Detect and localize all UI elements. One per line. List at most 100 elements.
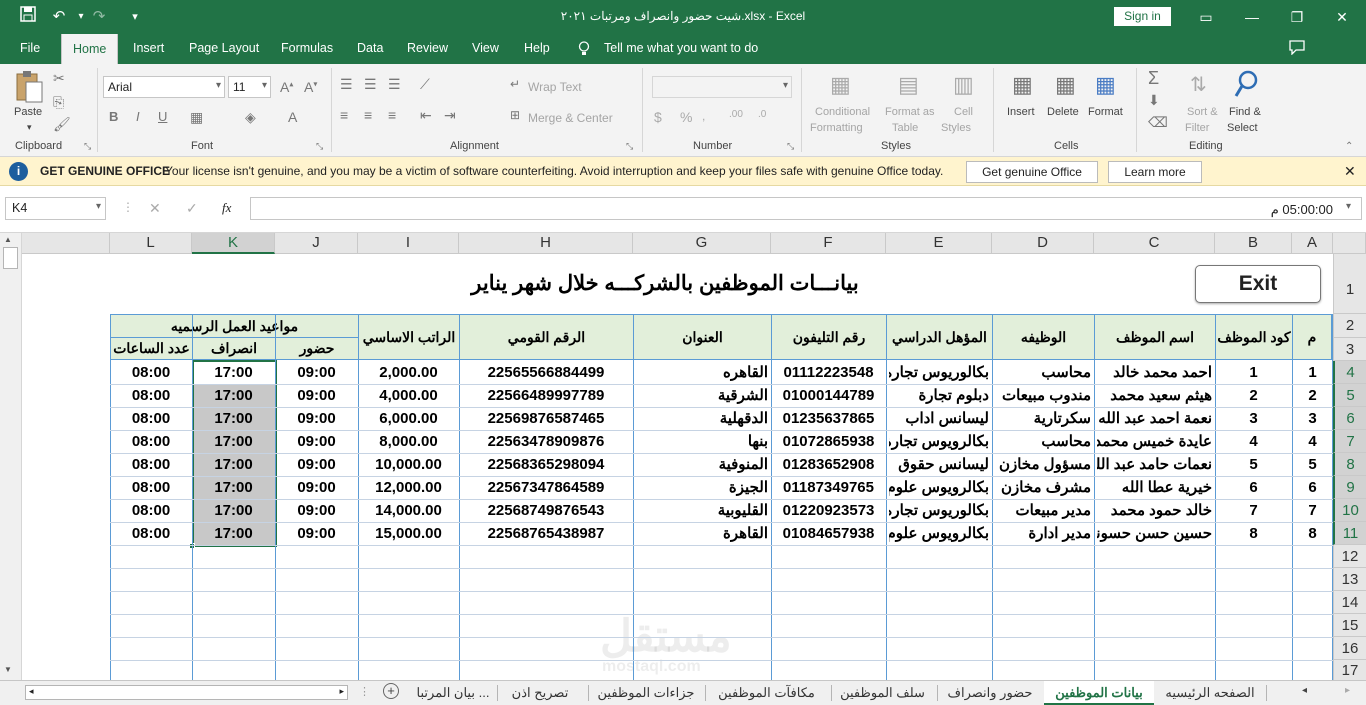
col-header-j[interactable]: J xyxy=(275,233,358,254)
get-genuine-office-button[interactable]: Get genuine Office xyxy=(966,161,1098,183)
select-all-corner[interactable] xyxy=(1333,233,1366,254)
cell-phone[interactable]: 01084657938 xyxy=(774,522,883,545)
sheet-tab-advances[interactable]: سلف الموظفين xyxy=(834,681,931,705)
font-launcher-icon[interactable]: ⤡ xyxy=(316,141,323,152)
insert-cells-button[interactable]: Insert xyxy=(1007,106,1035,118)
comma-icon[interactable]: , xyxy=(702,109,705,123)
cell-code[interactable]: 7 xyxy=(1218,499,1289,522)
close-icon[interactable]: ✕ xyxy=(1327,6,1357,28)
font-name-dropdown[interactable]: Arial xyxy=(103,76,225,98)
cell-hours[interactable]: 08:00 xyxy=(113,407,189,430)
fill-icon[interactable]: ⬇ xyxy=(1148,92,1160,109)
cell-qual[interactable]: ليسانس حقوق xyxy=(889,453,989,476)
col-header-k[interactable]: K xyxy=(192,233,275,254)
format-as-table-icon[interactable]: ▤ xyxy=(898,72,919,98)
cell-m[interactable]: 5 xyxy=(1295,453,1330,476)
cell-nid[interactable]: 22569876587465 xyxy=(462,407,630,430)
cell-hours[interactable]: 08:00 xyxy=(113,476,189,499)
accounting-icon[interactable]: $ xyxy=(654,109,662,125)
conditional-formatting-icon[interactable]: ▦ xyxy=(830,72,851,98)
cell-attend[interactable]: 09:00 xyxy=(278,407,355,430)
cell-phone[interactable]: 01000144789 xyxy=(774,384,883,407)
cell-qual[interactable]: بكالوريوس تجاره xyxy=(889,361,989,384)
cell-name[interactable]: احمد محمد خالد xyxy=(1097,361,1212,384)
cell-qual[interactable]: بكالرويوس تجارة xyxy=(889,430,989,453)
merge-center-button[interactable]: Merge & Center xyxy=(528,111,613,125)
percent-icon[interactable]: % xyxy=(680,109,692,125)
tab-data[interactable]: Data xyxy=(357,41,383,55)
sort-filter-label2[interactable]: Filter xyxy=(1185,122,1209,134)
tab-prev-icon[interactable]: ◂ xyxy=(1302,685,1307,696)
row-header-2[interactable]: 2 xyxy=(1333,314,1366,338)
sheet-tab-rewards[interactable]: مكافآت الموظفين xyxy=(708,681,825,705)
cell-m[interactable]: 7 xyxy=(1295,499,1330,522)
cell-qual[interactable]: ليسانس اداب xyxy=(889,407,989,430)
close-message-icon[interactable]: ✕ xyxy=(1344,163,1356,180)
cell-styles-icon[interactable]: ▥ xyxy=(953,72,974,98)
col-header-e[interactable]: E xyxy=(886,233,992,254)
cell-job[interactable]: مدير مبيعات xyxy=(995,499,1091,522)
cell-nid[interactable]: 22563478909876 xyxy=(462,430,630,453)
col-header-a[interactable]: A xyxy=(1292,233,1333,254)
sheet-tab-penalties[interactable]: جزاءات الموظفين xyxy=(591,681,701,705)
name-box[interactable]: K4 ▾ xyxy=(5,197,106,220)
col-header-g[interactable]: G xyxy=(633,233,771,254)
scroll-up-icon[interactable]: ▲ xyxy=(4,235,12,244)
cell-attend[interactable]: 09:00 xyxy=(278,384,355,407)
cell-phone[interactable]: 01072865938 xyxy=(774,430,883,453)
insert-function-icon[interactable]: fx xyxy=(222,200,231,216)
cell-addr[interactable]: الدقهلية xyxy=(636,407,768,430)
cell-addr[interactable]: المنوفية xyxy=(636,453,768,476)
sheet-tab-home[interactable]: الصفحه الرئيسيه xyxy=(1156,681,1264,705)
paste-dropdown-icon[interactable]: ▾ xyxy=(27,122,32,133)
tab-next-icon[interactable]: ▸ xyxy=(1345,685,1350,696)
format-cells-icon[interactable]: ▦ xyxy=(1095,72,1116,98)
sheet-tab-salaries[interactable]: بيان المرتبا ... xyxy=(409,681,497,705)
cell-m[interactable]: 6 xyxy=(1295,476,1330,499)
cell-salary[interactable]: 12,000.00 xyxy=(361,476,456,499)
cell-salary[interactable]: 2,000.00 xyxy=(361,361,456,384)
col-header-l[interactable]: L xyxy=(110,233,192,254)
tab-page-layout[interactable]: Page Layout xyxy=(189,41,259,55)
format-cells-button[interactable]: Format xyxy=(1088,106,1123,118)
minimize-icon[interactable]: — xyxy=(1237,6,1267,28)
cell-name[interactable]: هيثم سعيد محمد xyxy=(1097,384,1212,407)
cell-phone[interactable]: 01220923573 xyxy=(774,499,883,522)
sign-in-button[interactable]: Sign in xyxy=(1114,7,1171,26)
find-select-label1[interactable]: Find & xyxy=(1229,106,1261,118)
cell-qual[interactable]: بكالرويوس علوم xyxy=(889,522,989,545)
cell-hours[interactable]: 08:00 xyxy=(113,522,189,545)
cell-qual[interactable]: بكالرويوس علوم xyxy=(889,476,989,499)
cell-code[interactable]: 1 xyxy=(1218,361,1289,384)
cell-m[interactable]: 3 xyxy=(1295,407,1330,430)
vertical-scrollbar[interactable]: ▲ ▼ xyxy=(0,233,22,680)
increase-font-icon[interactable]: A▴ xyxy=(280,79,293,95)
exit-button[interactable]: Exit xyxy=(1195,265,1321,303)
cell-phone[interactable]: 01283652908 xyxy=(774,453,883,476)
tab-file[interactable]: File xyxy=(20,41,40,55)
sheet-tab-employees[interactable]: بيانات الموظفين xyxy=(1044,681,1154,705)
col-header-f[interactable]: F xyxy=(771,233,886,254)
horizontal-scrollbar[interactable]: ◂ ▸ xyxy=(25,685,348,700)
row-header-15[interactable]: 15 xyxy=(1333,614,1366,637)
cell-code[interactable]: 3 xyxy=(1218,407,1289,430)
col-header-c[interactable]: C xyxy=(1094,233,1215,254)
sort-filter-icon[interactable]: ⇅ xyxy=(1190,72,1207,97)
ribbon-display-icon[interactable]: ▭ xyxy=(1191,6,1221,28)
cell-phone[interactable]: 01112223548 xyxy=(774,361,883,384)
cell-qual[interactable]: بكالوريوس تجاره xyxy=(889,499,989,522)
cell-job[interactable]: مشرف مخازن xyxy=(995,476,1091,499)
cell-addr[interactable]: القاهره xyxy=(636,361,768,384)
row-header-12[interactable]: 12 xyxy=(1333,545,1366,568)
cell-hours[interactable]: 08:00 xyxy=(113,499,189,522)
increase-decimal-icon[interactable]: .00 xyxy=(729,109,743,120)
cell-styles-label1[interactable]: Cell xyxy=(954,106,973,118)
cell-attend[interactable]: 09:00 xyxy=(278,476,355,499)
conditional-formatting-label1[interactable]: Conditional xyxy=(815,106,870,118)
cell-m[interactable]: 8 xyxy=(1295,522,1330,545)
tab-view[interactable]: View xyxy=(472,41,499,55)
tab-home[interactable]: Home xyxy=(61,34,119,65)
format-as-table-label2[interactable]: Table xyxy=(892,122,918,134)
cell-addr[interactable]: الجيزة xyxy=(636,476,768,499)
decrease-decimal-icon[interactable]: .0 xyxy=(758,109,766,120)
